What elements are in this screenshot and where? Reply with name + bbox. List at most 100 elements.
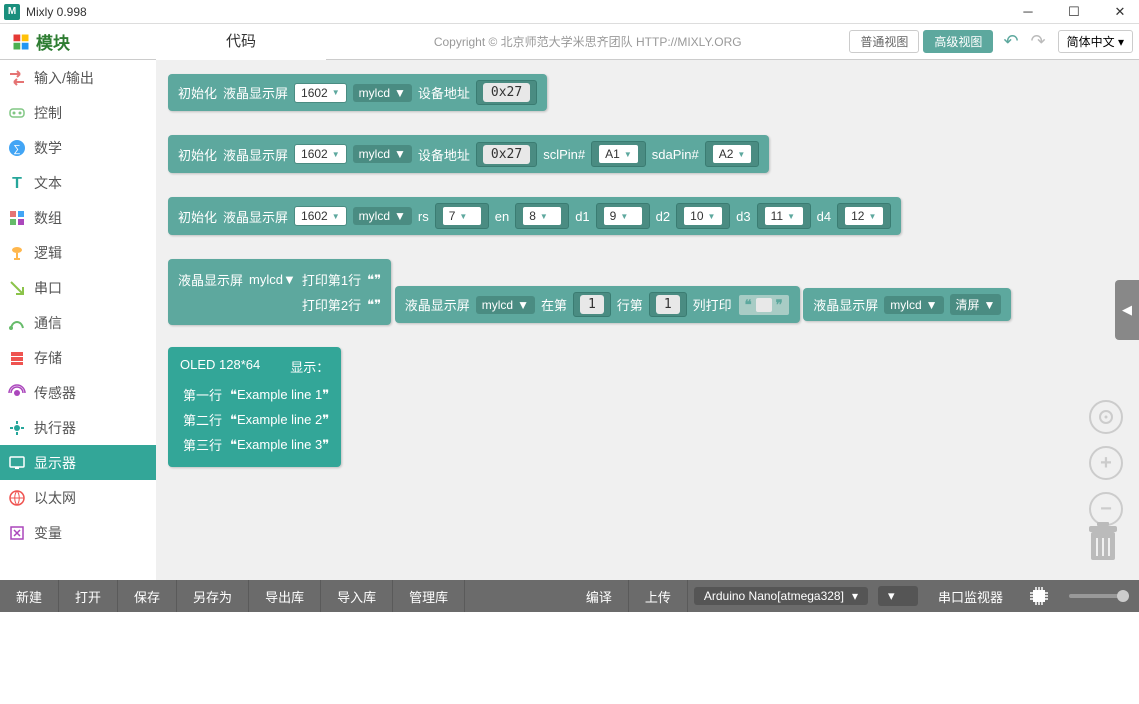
line2-slot[interactable]: ❝❞ bbox=[367, 297, 381, 313]
window-title: Mixly 0.998 bbox=[26, 5, 87, 19]
lcd-init-parallel-block[interactable]: 初始化 液晶显示屏 1602▼ mylcd▼ rs 7▼ en 8▼ d1 9▼… bbox=[168, 197, 901, 235]
block-label: 液晶显示屏 bbox=[223, 207, 288, 226]
block-label: 列打印 bbox=[693, 295, 732, 314]
sidebar-item-variable[interactable]: 变量 bbox=[0, 515, 156, 550]
lcd-print-2lines-block[interactable]: 液晶显示屏 mylcd▼ 打印第1行 ❝❞ 打印第2行 ❝❞ bbox=[168, 259, 391, 325]
close-button[interactable]: ✕ bbox=[1113, 5, 1127, 19]
sda-slot[interactable]: A2▼ bbox=[705, 141, 760, 167]
block-label: 初始化 bbox=[178, 207, 217, 226]
d3-slot[interactable]: 11▼ bbox=[757, 203, 811, 229]
lcd-name-select[interactable]: mylcd▼ bbox=[353, 84, 412, 102]
svg-text:T: T bbox=[12, 175, 22, 192]
saveas-button[interactable]: 另存为 bbox=[177, 580, 249, 612]
sidebar-item-actuator[interactable]: 执行器 bbox=[0, 410, 156, 445]
chip-icon bbox=[1027, 584, 1051, 608]
lcd-clear-block[interactable]: 液晶显示屏 mylcd▼ 清屏▼ bbox=[803, 288, 1011, 321]
lcd-init-i2c-block[interactable]: 初始化 液晶显示屏 1602▼ mylcd▼ 设备地址 0x27 bbox=[168, 74, 547, 111]
manage-button[interactable]: 管理库 bbox=[393, 580, 465, 612]
lcd-clear-select[interactable]: 清屏▼ bbox=[950, 294, 1002, 315]
lcd-print-at-block[interactable]: 液晶显示屏 mylcd▼ 在第 1 行第 1 列打印 ❝❞ bbox=[395, 286, 800, 323]
advanced-view-button[interactable]: 高级视图 bbox=[923, 30, 993, 53]
compile-button[interactable]: 编译 bbox=[570, 580, 629, 612]
maximize-button[interactable]: ☐ bbox=[1067, 5, 1081, 19]
side-expand-button[interactable]: ◀ bbox=[1115, 280, 1139, 340]
normal-view-button[interactable]: 普通视图 bbox=[849, 30, 919, 53]
block-label: 第三行 bbox=[183, 435, 222, 454]
bottombar: 新建 打开 保存 另存为 导出库 导入库 管理库 编译 上传 Arduino N… bbox=[0, 580, 1139, 612]
block-label: OLED 128*64 bbox=[180, 357, 260, 376]
display-icon bbox=[8, 454, 26, 472]
center-button[interactable] bbox=[1089, 400, 1123, 434]
sidebar-item-sensor[interactable]: 传感器 bbox=[0, 375, 156, 410]
minimize-button[interactable]: ─ bbox=[1021, 5, 1035, 19]
brightness-slider[interactable] bbox=[1069, 594, 1129, 598]
oled-line2-slot[interactable]: ❝Example line 2❞ bbox=[230, 412, 329, 428]
sidebar-item-math[interactable]: ∑数学 bbox=[0, 130, 156, 165]
sidebar-item-array[interactable]: 数组 bbox=[0, 200, 156, 235]
d1-slot[interactable]: 9▼ bbox=[596, 203, 650, 229]
open-button[interactable]: 打开 bbox=[59, 580, 118, 612]
lcd-init-pins-block[interactable]: 初始化 液晶显示屏 1602▼ mylcd▼ 设备地址 0x27 sclPin#… bbox=[168, 135, 769, 173]
text-slot[interactable]: ❝❞ bbox=[738, 294, 790, 316]
row-slot[interactable]: 1 bbox=[573, 292, 611, 317]
redo-button[interactable]: ↷ bbox=[1031, 31, 1046, 52]
language-select[interactable]: 简体中文 ▾ bbox=[1058, 30, 1133, 53]
line1-slot[interactable]: ❝❞ bbox=[367, 272, 381, 288]
port-select[interactable]: ▾ bbox=[878, 586, 918, 606]
trash-button[interactable] bbox=[1083, 520, 1123, 564]
block-canvas[interactable]: 初始化 液晶显示屏 1602▼ mylcd▼ 设备地址 0x27 初始化 液晶显… bbox=[156, 60, 1139, 580]
board-select[interactable]: Arduino Nano[atmega328]▾ bbox=[694, 587, 868, 605]
block-label: 第二行 bbox=[183, 410, 222, 429]
sidebar-item-ethernet[interactable]: 以太网 bbox=[0, 480, 156, 515]
storage-icon bbox=[8, 349, 26, 367]
sidebar-item-logic[interactable]: 逻辑 bbox=[0, 235, 156, 270]
export-button[interactable]: 导出库 bbox=[249, 580, 321, 612]
text-icon: T bbox=[8, 174, 26, 192]
upload-button[interactable]: 上传 bbox=[629, 580, 688, 612]
lcd-name-select[interactable]: mylcd▼ bbox=[353, 207, 412, 225]
lcd-name-select[interactable]: mylcd▼ bbox=[249, 272, 296, 287]
oled-line3-slot[interactable]: ❝Example line 3❞ bbox=[230, 437, 329, 453]
address-slot[interactable]: 0x27 bbox=[476, 142, 537, 167]
sidebar-item-storage[interactable]: 存储 bbox=[0, 340, 156, 375]
code-tab[interactable]: 代码 bbox=[156, 24, 326, 60]
oled-line1-slot[interactable]: ❝Example line 1❞ bbox=[230, 387, 329, 403]
lcd-name-select[interactable]: mylcd▼ bbox=[476, 296, 535, 314]
sidebar-item-comm[interactable]: 通信 bbox=[0, 305, 156, 340]
sidebar-item-display[interactable]: 显示器 bbox=[0, 445, 156, 480]
scl-slot[interactable]: A1▼ bbox=[591, 141, 646, 167]
rs-slot[interactable]: 7▼ bbox=[435, 203, 489, 229]
d4-slot[interactable]: 12▼ bbox=[837, 203, 891, 229]
lcd-name-select[interactable]: mylcd▼ bbox=[353, 145, 412, 163]
lcd-type-select[interactable]: 1602▼ bbox=[294, 206, 347, 226]
block-label: 打印第1行 bbox=[302, 270, 361, 289]
en-slot[interactable]: 8▼ bbox=[515, 203, 569, 229]
address-slot[interactable]: 0x27 bbox=[476, 80, 537, 105]
new-button[interactable]: 新建 bbox=[0, 580, 59, 612]
import-button[interactable]: 导入库 bbox=[321, 580, 393, 612]
sidebar-item-io[interactable]: 输入/输出 bbox=[0, 60, 156, 95]
d2-slot[interactable]: 10▼ bbox=[676, 203, 730, 229]
sidebar-item-text[interactable]: T文本 bbox=[0, 165, 156, 200]
block-label: 初始化 bbox=[178, 83, 217, 102]
sensor-icon bbox=[8, 384, 26, 402]
lcd-name-select[interactable]: mylcd▼ bbox=[884, 296, 943, 314]
block-label: sclPin# bbox=[543, 147, 585, 162]
lcd-type-select[interactable]: 1602▼ bbox=[294, 144, 347, 164]
sidebar-label: 存储 bbox=[34, 348, 62, 368]
save-button[interactable]: 保存 bbox=[118, 580, 177, 612]
sidebar-label: 数学 bbox=[34, 138, 62, 158]
block-label: 行第 bbox=[617, 295, 643, 314]
sidebar-item-serial[interactable]: 串口 bbox=[0, 270, 156, 305]
io-icon bbox=[8, 69, 26, 87]
undo-button[interactable]: ↶ bbox=[1003, 31, 1018, 52]
block-label: d3 bbox=[736, 209, 750, 224]
lcd-type-select[interactable]: 1602▼ bbox=[294, 83, 347, 103]
zoom-in-button[interactable]: + bbox=[1089, 446, 1123, 480]
col-slot[interactable]: 1 bbox=[649, 292, 687, 317]
block-label: 打印第2行 bbox=[302, 295, 361, 314]
sidebar-item-control[interactable]: 控制 bbox=[0, 95, 156, 130]
serial-monitor-button[interactable]: 串口监视器 bbox=[922, 580, 1019, 612]
sidebar-label: 传感器 bbox=[34, 383, 76, 403]
oled-display-block[interactable]: OLED 128*64显示： 第一行❝Example line 1❞ 第二行❝E… bbox=[168, 347, 341, 467]
